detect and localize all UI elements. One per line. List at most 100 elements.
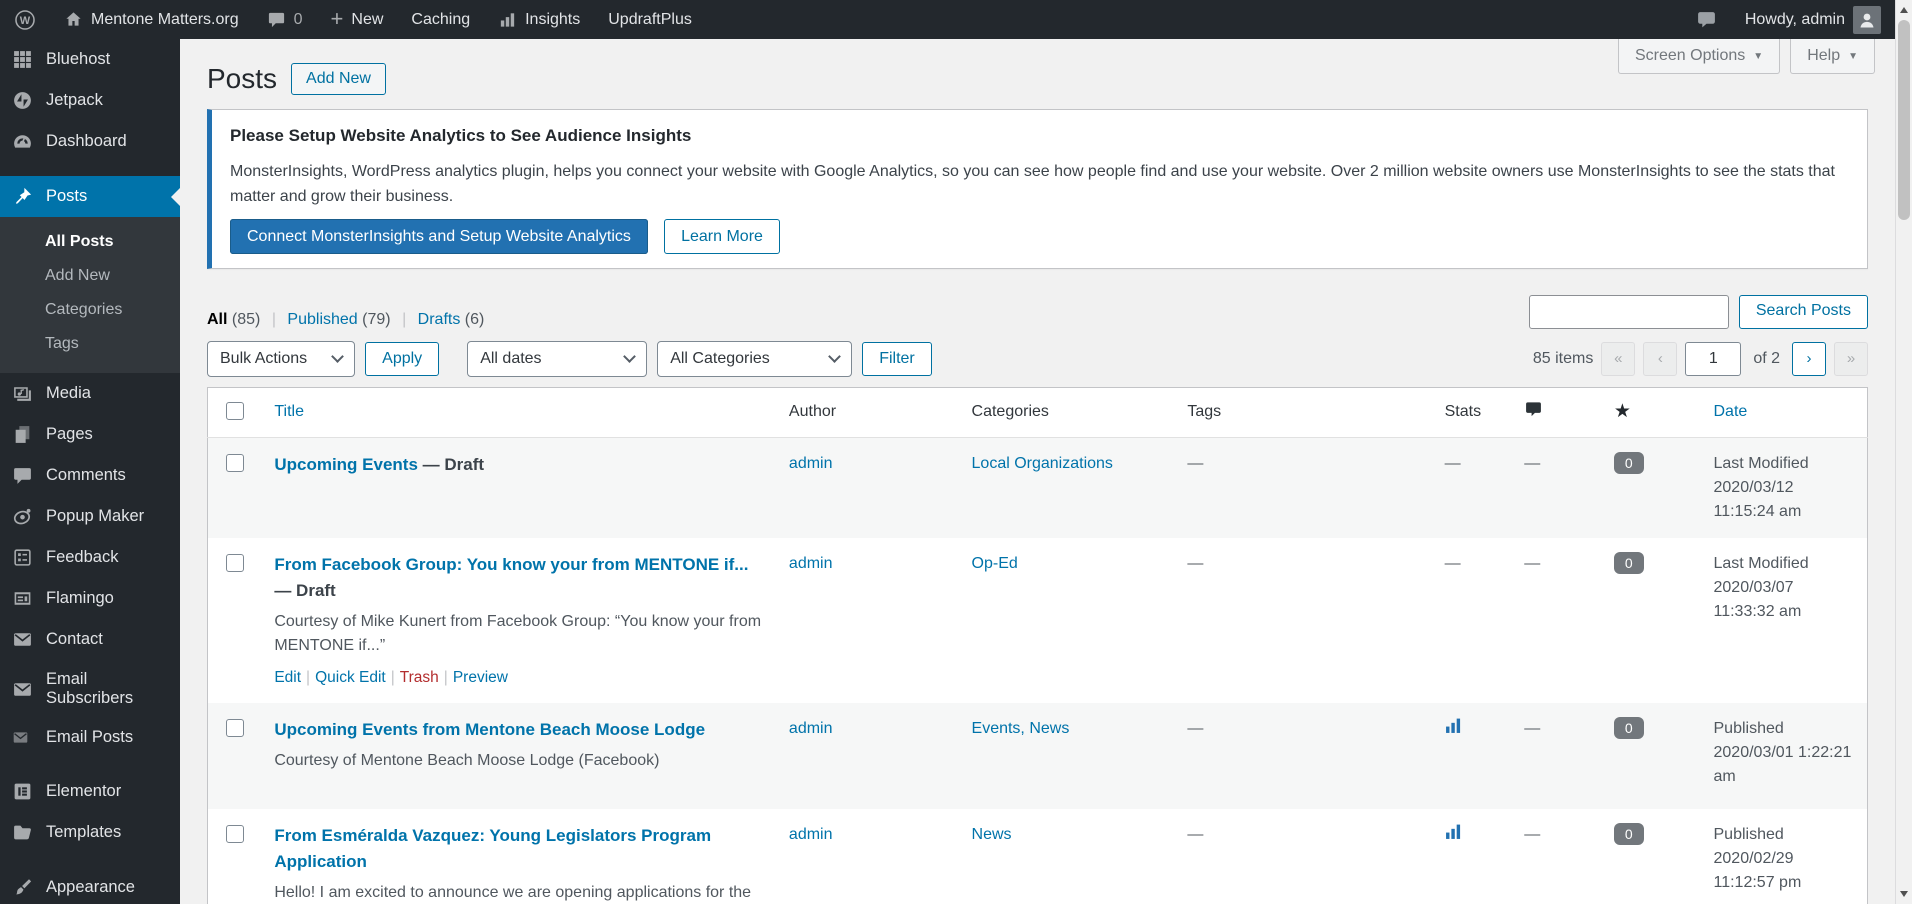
stats-icon[interactable] xyxy=(1445,823,1462,848)
row-checkbox[interactable] xyxy=(226,825,244,843)
help-tab[interactable]: Help ▼ xyxy=(1790,39,1875,74)
comments-value: — xyxy=(1524,455,1540,472)
submenu-add-new[interactable]: Add New xyxy=(0,259,180,293)
add-new-button[interactable]: Add New xyxy=(291,63,386,95)
sidebar-item-pages[interactable]: Pages xyxy=(0,414,180,455)
category-link[interactable]: Op-Ed xyxy=(972,555,1018,572)
sidebar-item-jetpack[interactable]: Jetpack xyxy=(0,80,180,121)
sidebar-label: Jetpack xyxy=(46,91,103,110)
sidebar-item-popup-maker[interactable]: Popup Maker xyxy=(0,496,180,537)
preview-link[interactable]: Preview xyxy=(453,669,508,686)
bulk-actions-select[interactable]: Bulk Actions xyxy=(207,341,355,377)
row-checkbox[interactable] xyxy=(226,719,244,737)
row-checkbox[interactable] xyxy=(226,454,244,472)
page-title: Posts xyxy=(207,63,277,95)
sidebar-item-comments[interactable]: Comments xyxy=(0,455,180,496)
date-value: 2020/03/01 1:22:21 am xyxy=(1714,741,1856,789)
column-header-title[interactable]: Title xyxy=(262,387,777,437)
comment-bubble-icon xyxy=(1524,400,1543,424)
author-link[interactable]: admin xyxy=(789,826,833,843)
column-header-tags: Tags xyxy=(1175,387,1432,437)
view-drafts-link[interactable]: Drafts xyxy=(418,311,461,328)
stats-value: — xyxy=(1445,455,1461,472)
categories-filter-select[interactable]: All Categories xyxy=(657,341,852,377)
updraftplus-menu[interactable]: UpdraftPlus xyxy=(594,0,706,39)
sidebar-item-contact[interactable]: Contact xyxy=(0,619,180,660)
author-link[interactable]: admin xyxy=(789,455,833,472)
post-title-link[interactable]: From Facebook Group: You know your from … xyxy=(274,555,748,574)
admin-menu: Bluehost Jetpack Dashboard Posts All Pos… xyxy=(0,39,180,904)
sidebar-item-templates[interactable]: Templates xyxy=(0,812,180,853)
submenu-all-posts[interactable]: All Posts xyxy=(0,225,180,259)
sidebar-item-flamingo[interactable]: Flamingo xyxy=(0,578,180,619)
sidebar-item-email-subscribers[interactable]: Email Subscribers xyxy=(0,660,180,718)
caching-menu[interactable]: Caching xyxy=(397,0,484,39)
chevron-down-icon xyxy=(331,350,344,363)
sidebar-item-appearance[interactable]: Appearance xyxy=(0,867,180,904)
insights-menu[interactable]: Insights xyxy=(484,0,594,39)
search-input[interactable] xyxy=(1529,295,1729,329)
category-link[interactable]: News xyxy=(972,826,1012,843)
popup-maker-icon xyxy=(12,506,34,527)
category-link[interactable]: Events, News xyxy=(972,720,1070,737)
svg-text:W: W xyxy=(20,14,31,26)
last-page-button[interactable]: » xyxy=(1834,342,1868,376)
submenu-tags[interactable]: Tags xyxy=(0,327,180,361)
star-icon: ★ xyxy=(1614,401,1631,422)
submenu-categories[interactable]: Categories xyxy=(0,293,180,327)
sidebar-item-posts[interactable]: Posts xyxy=(0,176,180,217)
sidebar-item-dashboard[interactable]: Dashboard xyxy=(0,121,180,162)
scrollbar-thumb[interactable] xyxy=(1898,20,1910,220)
view-drafts-count: (6) xyxy=(465,311,485,328)
screen-options-tab[interactable]: Screen Options ▼ xyxy=(1618,39,1780,74)
search-box: Search Posts xyxy=(1529,295,1868,329)
connect-monsterinsights-button[interactable]: Connect MonsterInsights and Setup Websit… xyxy=(230,219,648,254)
apply-button[interactable]: Apply xyxy=(365,342,439,376)
scroll-down-arrow[interactable] xyxy=(1900,891,1908,897)
learn-more-button[interactable]: Learn More xyxy=(664,219,780,254)
stats-icon[interactable] xyxy=(1445,717,1462,742)
filter-button[interactable]: Filter xyxy=(862,342,932,376)
pages-icon xyxy=(12,424,34,445)
dates-filter-select[interactable]: All dates xyxy=(467,341,647,377)
post-title-link[interactable]: Upcoming Events xyxy=(274,455,418,474)
sidebar-item-bluehost[interactable]: Bluehost xyxy=(0,39,180,80)
first-page-button[interactable]: « xyxy=(1601,342,1635,376)
sidebar-item-feedback[interactable]: Feedback xyxy=(0,537,180,578)
sidebar-item-media[interactable]: Media xyxy=(0,373,180,414)
site-name-menu[interactable]: Mentone Matters.org xyxy=(50,0,253,39)
post-title-link[interactable]: From Esméralda Vazquez: Young Legislator… xyxy=(274,826,711,871)
envelope-icon xyxy=(12,629,34,650)
admin-bar-comments[interactable]: 0 xyxy=(253,0,317,39)
author-link[interactable]: admin xyxy=(789,555,833,572)
quick-edit-link[interactable]: Quick Edit xyxy=(315,669,386,686)
admin-bar-right: Howdy, admin xyxy=(1682,0,1895,39)
current-page-input[interactable] xyxy=(1685,342,1741,376)
sidebar-label: Flamingo xyxy=(46,589,114,608)
sidebar-label: Templates xyxy=(46,823,121,842)
sidebar-item-email-posts[interactable]: Email Posts xyxy=(0,718,180,757)
post-title-link[interactable]: Upcoming Events from Mentone Beach Moose… xyxy=(274,720,705,739)
howdy-account-menu[interactable]: Howdy, admin xyxy=(1731,0,1895,39)
column-header-date[interactable]: Date xyxy=(1702,387,1868,437)
search-posts-button[interactable]: Search Posts xyxy=(1739,295,1868,329)
select-all-checkbox[interactable] xyxy=(226,402,244,420)
wordpress-logo-icon: W xyxy=(14,9,36,31)
wordpress-logo-menu[interactable]: W xyxy=(0,0,50,39)
vertical-scrollbar[interactable] xyxy=(1895,0,1912,904)
admin-bar: W Mentone Matters.org 0 + New Caching xyxy=(0,0,1895,39)
view-published-link[interactable]: Published xyxy=(287,311,357,328)
sidebar-item-elementor[interactable]: Elementor xyxy=(0,771,180,812)
scroll-up-arrow[interactable] xyxy=(1900,7,1908,13)
next-page-button[interactable]: › xyxy=(1792,342,1826,376)
edit-link[interactable]: Edit xyxy=(274,669,301,686)
new-content-menu[interactable]: + New xyxy=(317,0,398,39)
author-link[interactable]: admin xyxy=(789,720,833,737)
trash-link[interactable]: Trash xyxy=(400,669,439,686)
prev-page-button[interactable]: ‹ xyxy=(1643,342,1677,376)
admin-bar-notes[interactable] xyxy=(1682,0,1731,39)
category-link[interactable]: Local Organizations xyxy=(972,455,1113,472)
row-checkbox[interactable] xyxy=(226,554,244,572)
home-icon xyxy=(64,10,83,29)
view-all-link[interactable]: All xyxy=(207,311,227,328)
